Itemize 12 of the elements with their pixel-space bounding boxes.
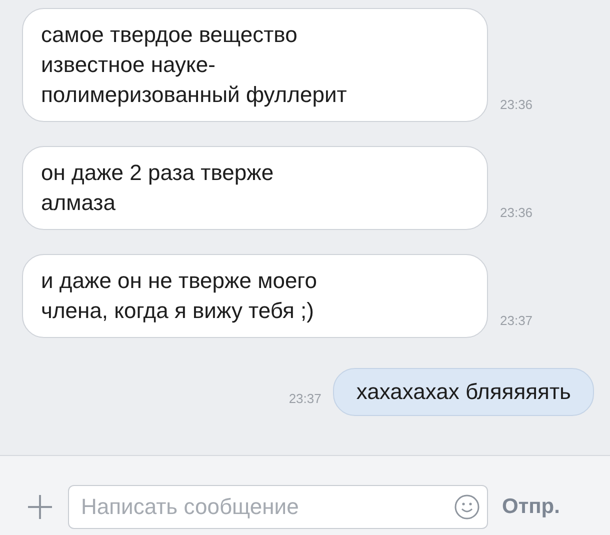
message-time: 23:37 [500, 313, 533, 328]
message-bubble: и даже он не тверже моего члена, когда я вижу тебя ;) [22, 254, 488, 338]
message-time: 23:37 [288, 391, 322, 406]
send-button[interactable]: Отпр. [502, 494, 560, 518]
message-time: 23:36 [500, 97, 533, 112]
message-bubble: самое твердое вещество известное науке- полимеризованный фуллерит [22, 8, 488, 122]
smiley-icon[interactable] [454, 494, 480, 520]
message-bubble: хахахахах бляяяяять [333, 368, 594, 416]
message-bubble: он даже 2 раза тверже алмаза [22, 146, 488, 230]
message-time: 23:36 [500, 205, 533, 220]
message-input[interactable]: Написать сообщение [68, 484, 488, 528]
add-icon[interactable] [26, 492, 54, 520]
